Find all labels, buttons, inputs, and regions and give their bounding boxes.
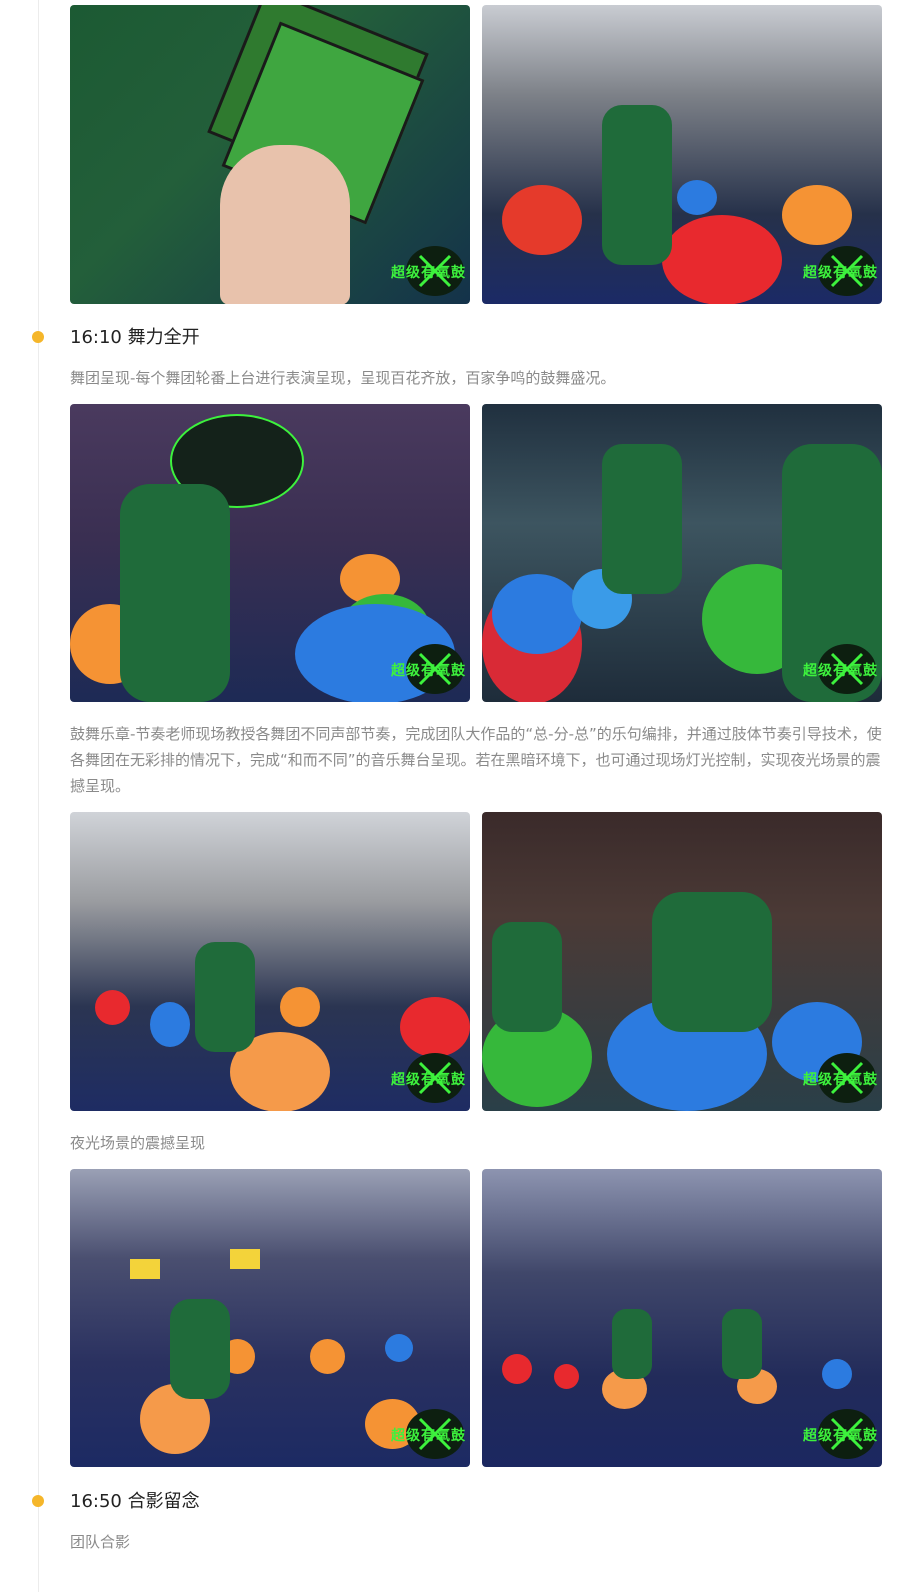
photo-woman-drumming[interactable]: 超级有氧鼓 (482, 404, 882, 702)
section-title: 16:50 合影留念 (70, 1491, 200, 1512)
brand-label: 超级有氧鼓 (391, 663, 466, 679)
brand-label: 超级有氧鼓 (803, 1072, 878, 1088)
photo-drummers-hall[interactable]: 超级有氧鼓 (482, 5, 882, 304)
section-title: 16:10 舞力全开 (70, 327, 200, 348)
timeline-line (38, 0, 39, 1592)
photo-smiling-drummer[interactable]: 超级有氧鼓 (482, 812, 882, 1111)
photo-stage-dance[interactable]: 超级有氧鼓 (70, 404, 470, 702)
photo-ticket-cards[interactable]: 超级有氧鼓 (70, 5, 470, 304)
brand-label: 超级有氧鼓 (803, 1428, 878, 1444)
brand-label: 超级有氧鼓 (391, 1072, 466, 1088)
brand-label: 超级有氧鼓 (803, 663, 878, 679)
night-scene-caption: 夜光场景的震撼呈现 (70, 1134, 206, 1152)
photo-hall-wide[interactable]: 超级有氧鼓 (482, 1169, 882, 1467)
section-description: 团队合影 (70, 1533, 131, 1551)
brand-label: 超级有氧鼓 (803, 265, 878, 281)
photo-group-drumming[interactable]: 超级有氧鼓 (70, 812, 470, 1111)
photo-flags-waving[interactable]: 超级有氧鼓 (70, 1169, 470, 1467)
brand-label: 超级有氧鼓 (391, 265, 466, 281)
section-description: 舞团呈现-每个舞团轮番上台进行表演呈现，呈现百花齐放，百家争鸣的鼓舞盛况。 (70, 369, 616, 387)
timeline-dot (32, 1495, 44, 1507)
drum-chapter-description: 鼓舞乐章-节奏老师现场教授各舞团不同声部节奏，完成团队大作品的“总-分-总”的乐… (70, 725, 882, 795)
timeline-dot (32, 331, 44, 343)
brand-label: 超级有氧鼓 (391, 1428, 466, 1444)
